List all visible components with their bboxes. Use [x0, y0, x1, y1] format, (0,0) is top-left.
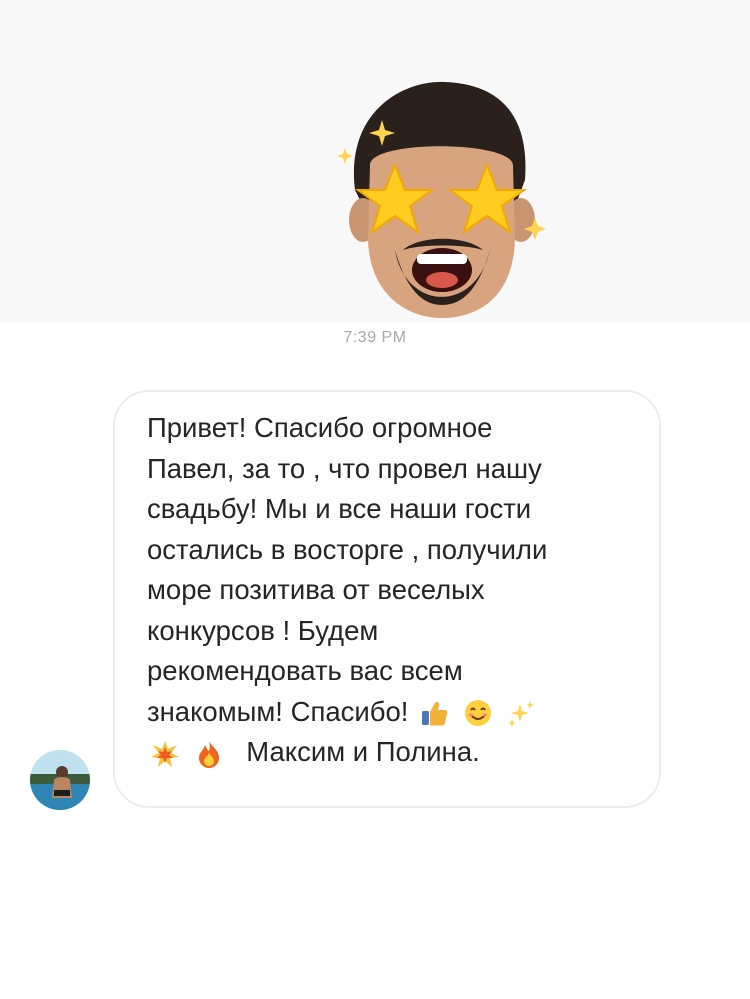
sender-avatar[interactable]	[30, 750, 90, 810]
message-timestamp: 7:39 PM	[343, 329, 407, 346]
sparkles-icon	[506, 698, 536, 728]
message-bubble[interactable]: Привет! Спасибо огромное Павел, за то , …	[113, 390, 661, 808]
collision-icon	[150, 739, 180, 769]
message-line-text: знакомым! Спасибо!	[147, 695, 409, 727]
message-line: рекомендовать вас всем	[147, 655, 463, 686]
message-line: свадьбу! Мы и все наши гости	[147, 493, 532, 524]
fire-icon	[194, 739, 224, 769]
message-line: море позитива от веселых	[147, 574, 485, 605]
message-line-with-emoji: знакомым! Спасибо!	[147, 692, 637, 733]
sticker-area	[0, 0, 750, 322]
message-line: остались в восторге , получили	[147, 533, 548, 565]
message-text: Привет! Спасибо огромное Павел, за то , …	[147, 408, 637, 773]
star-eyes-memoji-icon[interactable]	[325, 70, 555, 320]
message-line-with-emoji: Максим и Полина.	[147, 732, 637, 773]
message-line: конкурсов ! Будем	[147, 614, 379, 646]
message-row: Привет! Спасибо огромное Павел, за то , …	[0, 380, 750, 820]
message-line: Привет! Спасибо огромное	[147, 412, 493, 443]
smiling-face-icon	[463, 698, 493, 728]
message-line: Павел, за то , что провел нашу	[147, 452, 542, 484]
message-signature: Максим и Полина.	[246, 736, 480, 767]
thumbs-up-icon	[419, 698, 449, 728]
avatar-photo-icon	[30, 750, 90, 810]
